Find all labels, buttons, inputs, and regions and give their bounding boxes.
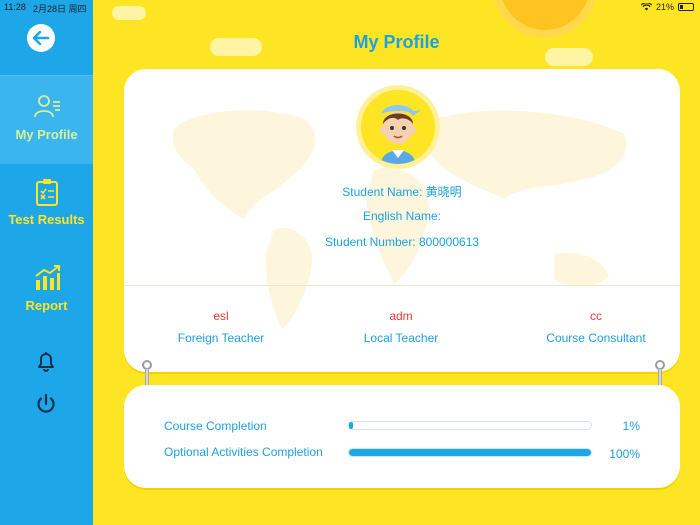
wifi-icon	[640, 3, 652, 11]
optional-activities-label: Optional Activities Completion	[164, 445, 323, 459]
course-completion-label: Course Completion	[164, 419, 267, 433]
sidebar-item-test-results[interactable]: Test Results	[0, 178, 93, 240]
teacher-local: adm Local Teacher	[321, 309, 481, 345]
status-date: 2月28日 周四	[33, 4, 87, 14]
page-title: My Profile	[353, 32, 440, 52]
course-completion-fill	[349, 422, 353, 429]
clipboard-icon	[35, 179, 58, 206]
profile-card: Student Name: 黄晓明 English Name: Student …	[124, 69, 680, 372]
teacher-role: Course Consultant	[546, 331, 646, 345]
status-right: 21%	[640, 2, 694, 12]
sidebar-item-label: Report	[25, 298, 68, 313]
optional-activities-bar	[348, 448, 592, 457]
avatar	[356, 85, 440, 169]
arrow-left-icon	[33, 31, 49, 45]
sidebar-item-label: Test Results	[8, 212, 85, 227]
sidebar-item-label: My Profile	[15, 127, 78, 142]
student-avatar-icon	[361, 90, 435, 164]
student-number: Student Number: 800000613	[324, 235, 480, 249]
profile-icon	[33, 95, 60, 118]
student-name: Student Name: 黄晓明	[342, 185, 462, 199]
teacher-consultant: cc Course Consultant	[516, 309, 676, 345]
optional-activities-value: 100%	[609, 447, 640, 461]
sidebar: My Profile Test Results Report	[0, 0, 93, 525]
profile-divider	[124, 285, 680, 286]
battery-icon	[678, 3, 694, 11]
back-button[interactable]	[27, 24, 55, 52]
optional-activities-fill	[349, 449, 591, 456]
progress-card: Course Completion 1% Optional Activities…	[124, 385, 680, 488]
course-completion-bar	[348, 421, 592, 430]
status-bar: 11:28 2月28日 周四 21%	[0, 0, 700, 14]
chart-icon	[34, 265, 60, 290]
english-name: English Name:	[362, 209, 442, 223]
status-time: 11:28	[4, 2, 26, 12]
teacher-role: Foreign Teacher	[177, 331, 265, 345]
course-completion-value: 1%	[622, 419, 640, 433]
battery-percent: 21%	[655, 2, 674, 12]
teacher-code: adm	[389, 309, 413, 323]
sidebar-item-report[interactable]: Report	[0, 264, 93, 326]
sidebar-item-my-profile[interactable]: My Profile	[0, 76, 93, 164]
power-icon[interactable]	[34, 392, 58, 416]
teacher-role: Local Teacher	[363, 331, 439, 345]
bell-icon[interactable]	[34, 349, 58, 373]
teacher-code: cc	[590, 309, 602, 323]
teacher-foreign: esl Foreign Teacher	[141, 309, 301, 345]
teacher-code: esl	[213, 309, 229, 323]
